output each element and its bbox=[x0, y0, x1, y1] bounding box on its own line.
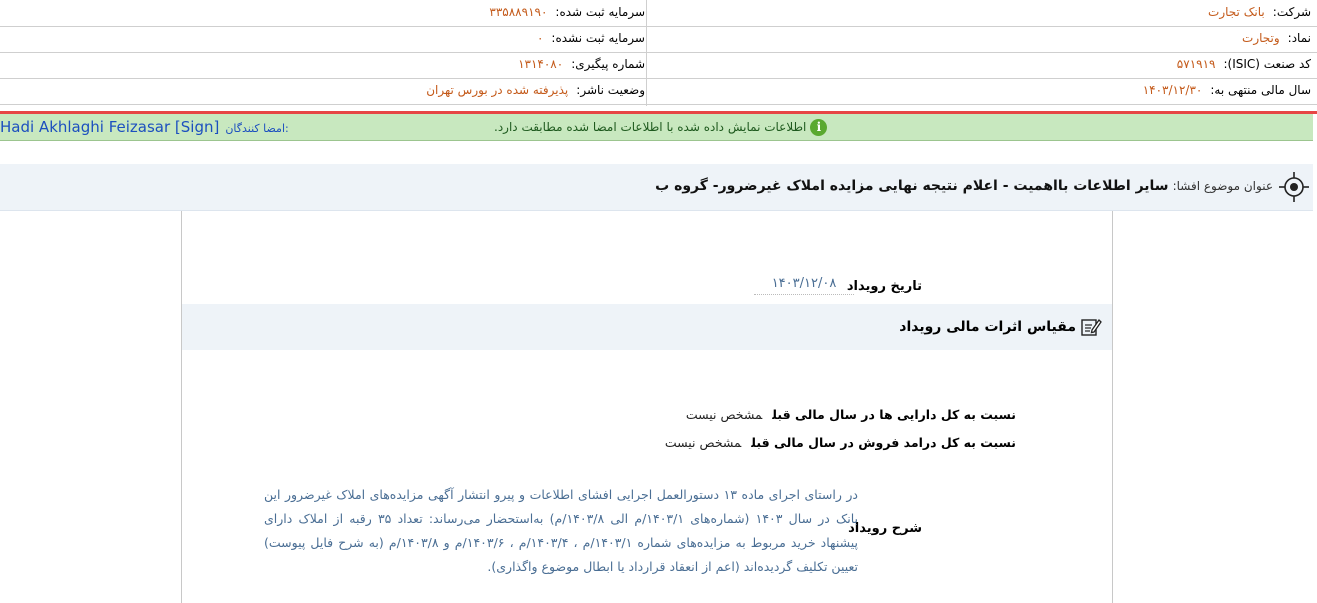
registered-capital-cell: سرمایه ثبت شده: ۳۳۵۸۸۹۱۹۰ bbox=[5, 0, 645, 26]
tracking-value: ۱۳۱۴۰۸۰ bbox=[518, 57, 564, 71]
fiscal-year-cell: سال مالی منتهی به: ۱۴۰۳/۱۲/۳۰ bbox=[661, 78, 1311, 104]
event-date-label: تاریخ رویداد bbox=[846, 279, 922, 294]
registered-capital-value: ۳۳۵۸۸۹۱۹۰ bbox=[489, 5, 548, 19]
disclosure-title-bar: عنوان موضوع افشا:سایر اطلاعات بااهمیت - … bbox=[0, 164, 1313, 211]
disclosure-content: تاریخ رویداد ۱۴۰۳/۱۲/۰۸ مقیاس اثرات مالی… bbox=[181, 211, 1113, 603]
publisher-status-cell: وضعیت ناشر: پذیرفته شده در بورس تهران bbox=[5, 78, 645, 104]
info-row-isic: کد صنعت (ISIC): ۵۷۱۹۱۹ شماره پیگیری: ۱۳۱۴۰… bbox=[0, 52, 1317, 79]
symbol-cell: نماد: وتجارت bbox=[661, 26, 1311, 52]
info-icon: i bbox=[810, 119, 828, 136]
registered-capital-label: سرمایه ثبت شده: bbox=[555, 5, 645, 19]
unregistered-capital-label: سرمایه ثبت نشده: bbox=[551, 31, 645, 45]
tracking-label: شماره پیگیری: bbox=[571, 57, 645, 71]
unregistered-capital-cell: سرمایه ثبت نشده: ۰ bbox=[5, 26, 645, 52]
disclosure-title: عنوان موضوع افشا:سایر اطلاعات بااهمیت - … bbox=[655, 164, 1273, 208]
info-row-company: شرکت: بانک تجارت سرمایه ثبت شده: ۳۳۵۸۸۹۱۹۰ bbox=[0, 0, 1317, 27]
tracking-cell: شماره پیگیری: ۱۳۱۴۰۸۰ bbox=[5, 52, 645, 78]
subject-label: عنوان موضوع افشا: bbox=[1172, 179, 1273, 193]
revenue-ratio-value: مشخص نیست bbox=[664, 435, 742, 450]
unregistered-capital-value: ۰ bbox=[536, 31, 544, 45]
publisher-status-value: پذیرفته شده در بورس تهران bbox=[426, 83, 569, 97]
company-value[interactable]: بانک تجارت bbox=[1208, 5, 1265, 19]
symbol-label: نماد: bbox=[1287, 31, 1311, 45]
symbol-value[interactable]: وتجارت bbox=[1242, 31, 1280, 45]
signers: Hadi Akhlaghi Feizasar [Sign] امضا کنندگا… bbox=[0, 116, 289, 138]
verification-message: iاطلاعات نمایش داده شده با اطلاعات امضا … bbox=[494, 117, 828, 137]
signature-notice-bar: Hadi Akhlaghi Feizasar [Sign] امضا کنندگا… bbox=[0, 114, 1313, 141]
description-label: شرح رویداد bbox=[848, 521, 922, 536]
event-date-value: ۱۴۰۳/۱۲/۰۸ bbox=[754, 276, 854, 295]
company-label: شرکت: bbox=[1272, 5, 1311, 19]
assets-ratio-row: نسبت به کل دارایی ها در سال مالی قبل مشخص… bbox=[686, 407, 1016, 422]
description-text: در راستای اجرای ماده ۱۳ دستورالعمل اجرای… bbox=[264, 487, 858, 574]
assets-ratio-value: مشخص نیست bbox=[685, 407, 763, 422]
financial-effects-text: مقیاس اثرات مالی رویداد bbox=[899, 319, 1076, 335]
fiscal-year-value: ۱۴۰۳/۱۲/۳۰ bbox=[1142, 83, 1203, 97]
financial-effects-section: مقیاس اثرات مالی رویداد bbox=[182, 304, 1112, 350]
publisher-status-label: وضعیت ناشر: bbox=[576, 83, 645, 97]
info-row-symbol: نماد: وتجارت سرمایه ثبت نشده: ۰ bbox=[0, 26, 1317, 53]
revenue-ratio-label: نسبت به کل درامد فروش در سال مالی قبل bbox=[751, 435, 1016, 450]
financial-effects-title: مقیاس اثرات مالی رویداد bbox=[899, 304, 1102, 350]
target-icon bbox=[1279, 172, 1309, 202]
revenue-ratio-row: نسبت به کل درامد فروش در سال مالی قبل مشخ… bbox=[665, 435, 1016, 450]
isic-label: کد صنعت (ISIC): bbox=[1223, 57, 1311, 71]
signer-name-link[interactable]: Hadi Akhlaghi Feizasar [Sign] bbox=[0, 118, 219, 136]
assets-ratio-label: نسبت به کل دارایی ها در سال مالی قبل bbox=[772, 407, 1016, 422]
edit-note-icon bbox=[1081, 318, 1102, 336]
signers-label: امضا کنندگان: bbox=[225, 122, 289, 135]
fiscal-year-label: سال مالی منتهی به: bbox=[1210, 83, 1311, 97]
company-info-table: شرکت: بانک تجارت سرمایه ثبت شده: ۳۳۵۸۸۹۱۹۰… bbox=[0, 0, 1317, 106]
isic-value: ۵۷۱۹۱۹ bbox=[1176, 57, 1216, 71]
isic-cell: کد صنعت (ISIC): ۵۷۱۹۱۹ bbox=[661, 52, 1311, 78]
info-row-fiscal: سال مالی منتهی به: ۱۴۰۳/۱۲/۳۰ وضعیت ناشر:… bbox=[0, 78, 1317, 105]
company-cell: شرکت: بانک تجارت bbox=[661, 0, 1311, 26]
verification-text: اطلاعات نمایش داده شده با اطلاعات امضا ش… bbox=[494, 120, 807, 134]
subject-value: سایر اطلاعات بااهمیت - اعلام نتیجه نهایی… bbox=[655, 178, 1169, 194]
